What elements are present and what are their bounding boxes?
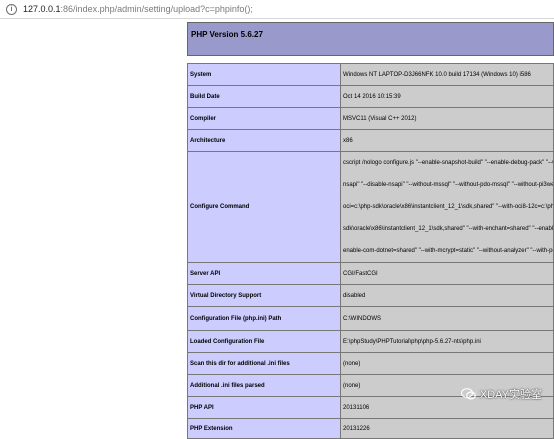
info-label: Virtual Directory Support [187,284,341,307]
phpinfo-header: PHP Version 5.6.27 [187,22,554,56]
info-value: cscript /nologo configure.js "--enable-s… [340,151,554,263]
info-row: PHP Extension 20131226 [187,418,554,439]
configure-command-line: nsapi" "--disable-nsapi" "--without-mssq… [343,182,554,188]
info-row: Scan this dir for additional .ini files(… [187,352,554,375]
wechat-icon [460,388,476,400]
info-label: Loaded Configuration File [187,330,341,353]
info-icon[interactable]: i [6,3,17,15]
info-row: System Windows NT LAPTOP-D3J66NFK 10.0 bu… [187,63,554,86]
phpinfo-table: System Windows NT LAPTOP-D3J66NFK 10.0 bu… [187,63,554,439]
info-value: x86 [340,129,554,152]
info-label: System [187,63,341,86]
address-bar[interactable]: i 127.0.0.1:86/index.php/admin/setting/u… [0,0,554,19]
watermark: XDAY实验室 [460,386,542,402]
url-host: 127.0.0.1 [23,4,61,14]
info-value: E:\phpStudy\PHPTutorial\php\php-5.6.27-n… [340,330,554,353]
watermark-text: XDAY实验室 [479,389,542,401]
url-text[interactable]: 127.0.0.1:86/index.php/admin/setting/upl… [23,4,253,14]
info-value: CGI/FastCGI [340,262,554,285]
info-row: Compiler MSVC11 (Visual C++ 2012) [187,107,554,130]
info-row: Architecture x86 [187,129,554,152]
info-row: Server API CGI/FastCGI [187,262,554,285]
info-value: Windows NT LAPTOP-D3J66NFK 10.0 build 17… [340,63,554,86]
info-label: Architecture [187,129,341,152]
info-row: Configuration File (php.ini) Path C:\WIND… [187,306,554,331]
info-value: (none) [340,352,554,375]
configure-command-line: enable-com-dotnet=shared" "--with-mcrypt… [343,248,554,254]
info-value: 20131226 [340,418,554,439]
info-value: Oct 14 2016 10:15:39 [340,85,554,108]
php-version-title: PHP Version 5.6.27 [191,30,263,39]
info-label: Configuration File (php.ini) Path [187,306,341,331]
phpinfo-page: PHP Version 5.6.27 System Windows NT LAPT… [187,22,554,439]
info-row: Configure Command cscript /nologo configu… [187,151,554,263]
info-row: Loaded Configuration File E:\phpStudy\PHP… [187,330,554,353]
info-label: Configure Command [187,151,341,263]
info-label: Compiler [187,107,341,130]
configure-command-line: cscript /nologo configure.js "--enable-s… [343,160,553,166]
info-value: MSVC11 (Visual C++ 2012) [340,107,554,130]
url-path: :86/index.php/admin/setting/upload?c=php… [60,4,253,14]
info-value: C:\WINDOWS [340,306,554,331]
info-label: PHP Extension [187,418,341,439]
info-label: Scan this dir for additional .ini files [187,352,341,375]
configure-command-line: oci=c:\php-sdk\oracle\x86\instantclient_… [343,204,554,210]
info-label: Server API [187,262,341,285]
info-label: PHP API [187,396,341,419]
info-value: disabled [340,284,554,307]
info-row: Virtual Directory Support disabled [187,284,554,307]
configure-command-line: sdk\oracle\x86\instantclient_12_1\sdk,sh… [343,226,553,232]
info-label: Build Date [187,85,341,108]
info-label: Additional .ini files parsed [187,374,341,397]
info-row: Build Date Oct 14 2016 10:15:39 [187,85,554,108]
